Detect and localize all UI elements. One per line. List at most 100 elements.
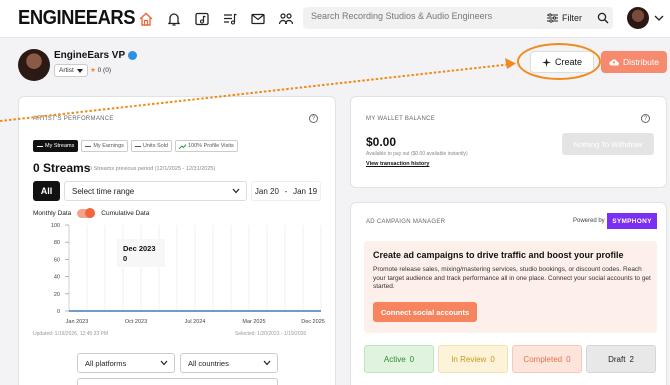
chevron-down-icon	[160, 360, 168, 366]
tab-my-earnings[interactable]: My Earnings	[81, 140, 128, 152]
draft-campaigns-button[interactable]: Draft 2	[586, 345, 656, 373]
line-icon	[134, 145, 141, 147]
verified-icon	[128, 51, 138, 60]
streams-previous-period: 0 Streams previous period (12/1/2025 - 1…	[89, 166, 216, 172]
chevron-down-icon	[76, 68, 83, 73]
all-range-button[interactable]: All	[33, 181, 60, 201]
completed-campaigns-button[interactable]: Completed 0	[512, 345, 582, 373]
tab-units-sold[interactable]: Units Sold	[130, 140, 172, 152]
rating: ★ 0 (0)	[90, 66, 111, 74]
withdraw-button[interactable]: Nothing To Withdraw	[562, 133, 654, 155]
role-select[interactable]: Artist	[54, 64, 88, 77]
chart-y-tick-label: 0	[57, 309, 60, 315]
date-from: Jan 20	[254, 186, 279, 196]
review-count: 0	[490, 354, 495, 364]
home-icon[interactable]	[137, 10, 155, 28]
draft-count: 2	[629, 354, 634, 364]
time-range-label: Select time range	[72, 187, 135, 196]
ad-description: Promote release sales, mixing/mastering …	[373, 266, 651, 290]
cumulative-toggle[interactable]	[77, 208, 96, 218]
profile-name-text: EngineEars VP	[54, 50, 126, 61]
updated-timestamp: Updated: 1/19/2026, 12:45:33 PM	[33, 331, 109, 337]
draft-label: Draft	[608, 354, 626, 364]
countries-dropdown[interactable]: All countries	[180, 353, 278, 373]
chevron-down-icon	[232, 188, 240, 194]
info-icon[interactable]: ?	[309, 114, 318, 123]
chevron-down-icon[interactable]	[654, 14, 664, 22]
wallet-amount: $0.00	[366, 135, 397, 149]
chart-x-tick-label: Dec 2025	[301, 319, 325, 325]
wallet-title: MY WALLET BALANCE	[366, 116, 436, 122]
connect-social-button[interactable]: Connect social accounts	[373, 302, 477, 322]
tab-profile-visits[interactable]: 100% Profile Visits	[175, 140, 238, 152]
team-icon[interactable]	[277, 10, 295, 28]
active-count: 0	[409, 354, 415, 364]
active-campaigns-button[interactable]: Active 0	[364, 345, 434, 373]
distribute-button[interactable]: Distribute	[601, 51, 667, 73]
search-icon[interactable]	[597, 12, 609, 24]
line-icon	[37, 145, 43, 147]
streams-title: 0 Streams	[33, 161, 91, 175]
tab-label: Units Sold	[142, 143, 168, 149]
profile-avatar[interactable]	[18, 49, 50, 81]
chart-y-tick-label: 20	[54, 292, 60, 298]
cumulative-label: Cumulative Data	[101, 210, 150, 217]
review-label: In Review	[451, 354, 487, 364]
chart-y-tick-label: 100	[51, 223, 60, 229]
cloud-upload-icon	[609, 59, 619, 66]
rating-text: 0 (0)	[97, 67, 112, 74]
monthly-label: Monthly Data	[33, 210, 72, 217]
ad-heading: Create ad campaigns to drive traffic and…	[373, 250, 624, 260]
sparkle-icon	[541, 57, 551, 67]
transaction-history-link[interactable]: View transaction history	[366, 161, 429, 167]
wallet-card: MY WALLET BALANCE ? $0.00 Available to p…	[350, 96, 667, 188]
chart-x-tick-label: Jan 2023	[66, 319, 89, 325]
playlist-icon[interactable]	[221, 10, 239, 28]
mail-icon[interactable]	[249, 10, 267, 28]
ad-promo-box: Create ad campaigns to drive traffic and…	[364, 241, 657, 333]
time-range-select[interactable]: Select time range	[64, 181, 247, 201]
nav-icons	[137, 10, 295, 28]
role-label: Artist	[59, 67, 74, 74]
additional-dropdown[interactable]	[77, 378, 278, 385]
tab-my-streams[interactable]: My Streams	[33, 140, 79, 152]
chart-y-tick-label: 80	[54, 240, 60, 246]
metric-tabs: My Streams My Earnings Units Sold 100% P…	[33, 140, 238, 152]
distribute-label: Distribute	[623, 57, 659, 67]
performance-card: ARTIST'S PERFORMANCE ? My Streams My Ear…	[18, 96, 336, 385]
completed-label: Completed	[523, 354, 563, 364]
chart-x-tick-label: Jul 2024	[185, 319, 206, 325]
platforms-label: All platforms	[85, 359, 127, 368]
data-mode-toggle-row: Monthly Data Cumulative Data	[33, 208, 150, 218]
trend-up-icon	[179, 143, 186, 149]
bell-icon[interactable]	[165, 10, 183, 28]
user-avatar[interactable]	[627, 7, 649, 29]
in-review-campaigns-button[interactable]: In Review 0	[438, 345, 508, 373]
search-input[interactable]	[311, 11, 541, 21]
countries-label: All countries	[188, 359, 229, 368]
date-separator: -	[284, 186, 288, 196]
tab-label: My Earnings	[93, 143, 124, 149]
top-nav-bar: ENGINEEARS Filter	[0, 0, 670, 38]
search-bar: Filter	[303, 7, 613, 29]
create-button[interactable]: Create	[530, 51, 594, 73]
symphony-logo[interactable]: SYMPHONY	[607, 213, 657, 229]
ad-campaign-card: AD CAMPAIGN MANAGER Powered by SYMPHONY …	[350, 202, 667, 385]
selected-range: Selected: 1/20/2023 - 1/19/2026	[235, 331, 307, 337]
star-icon: ★	[90, 67, 96, 74]
logo[interactable]: ENGINEEARS	[18, 7, 136, 30]
platforms-dropdown[interactable]: All platforms	[77, 353, 175, 373]
filter-button[interactable]: Filter	[547, 10, 582, 26]
info-icon[interactable]: ?	[641, 114, 650, 123]
date-to: Jan 19	[293, 186, 318, 196]
chevron-down-icon	[263, 360, 271, 366]
tab-label: 100% Profile Visits	[188, 143, 234, 149]
active-label: Active	[383, 354, 406, 364]
streams-chart: 0 20 40 60 80 100 Jan 2023 Oct 2023 Jul 2024 Mar…	[51, 223, 325, 325]
powered-by-label: Powered by	[573, 218, 605, 224]
ad-campaign-title: AD CAMPAIGN MANAGER	[366, 219, 446, 225]
completed-count: 0	[566, 354, 571, 364]
date-range[interactable]: Jan 20 - Jan 19	[251, 181, 321, 201]
music-folder-icon[interactable]	[193, 10, 211, 28]
tab-label: My Streams	[45, 143, 75, 149]
